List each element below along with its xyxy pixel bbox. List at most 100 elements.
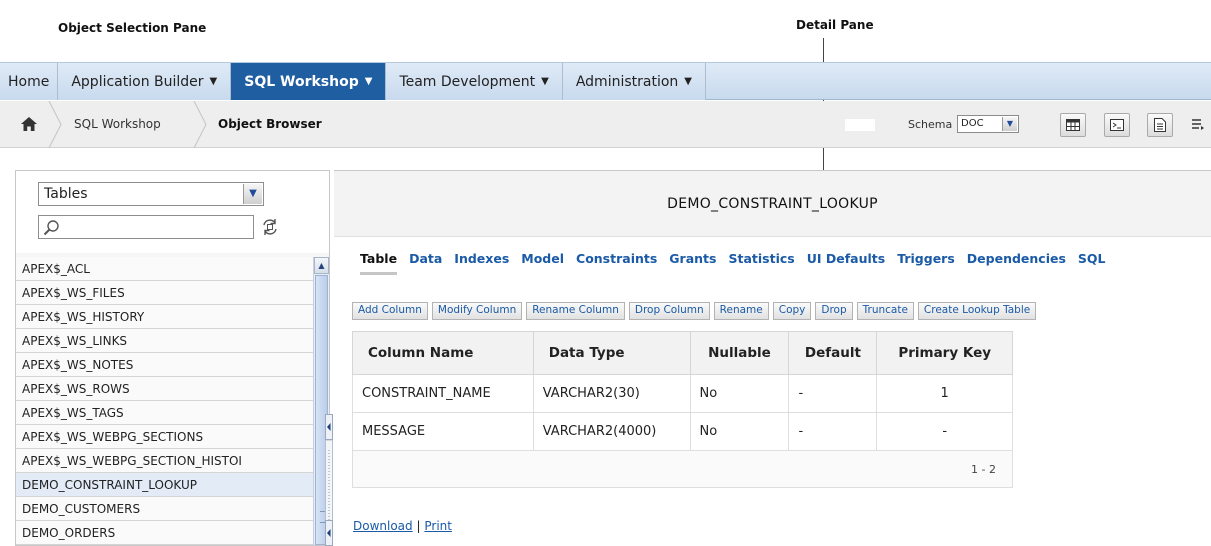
truncate-button[interactable]: Truncate bbox=[856, 302, 914, 320]
drop-button[interactable]: Drop bbox=[815, 302, 853, 320]
list-item[interactable]: APEX$_WS_WEBPG_SECTIONS bbox=[16, 425, 313, 449]
pane-splitter[interactable] bbox=[325, 410, 333, 546]
chevron-down-icon: ▼ bbox=[541, 76, 549, 87]
tab-model[interactable]: Model bbox=[521, 251, 564, 275]
list-item[interactable]: APEX$_ACL bbox=[16, 257, 313, 281]
table-cell: - bbox=[876, 412, 1013, 451]
print-link[interactable]: Print bbox=[424, 519, 452, 533]
table-row: CONSTRAINT_NAME VARCHAR2(30) No - 1 bbox=[352, 374, 1013, 413]
table-cell: 1 bbox=[876, 374, 1013, 413]
list-item[interactable]: DEMO_CUSTOMERS bbox=[16, 497, 313, 521]
tab-application-builder[interactable]: Application Builder ▼ bbox=[58, 63, 232, 100]
breadcrumb-object-browser: Object Browser bbox=[218, 117, 322, 131]
more-tools-button[interactable] bbox=[1192, 113, 1211, 137]
tab-data[interactable]: Data bbox=[409, 251, 442, 275]
scroll-up-arrow-icon[interactable]: ▲ bbox=[314, 257, 329, 274]
sql-commands-button[interactable] bbox=[1104, 113, 1130, 137]
collapse-left-icon[interactable] bbox=[325, 414, 333, 440]
table-cell: VARCHAR2(4000) bbox=[532, 412, 691, 451]
list-item[interactable]: APEX$_WS_WEBPG_SECTION_HISTOI bbox=[16, 449, 313, 473]
columns-table: Column Name Data Type Nullable Default P… bbox=[352, 331, 1013, 488]
breadcrumb-blank bbox=[845, 119, 875, 131]
list-item[interactable]: APEX$_WS_ROWS bbox=[16, 377, 313, 401]
grid-view-button[interactable] bbox=[1060, 113, 1086, 137]
column-header[interactable]: Data Type bbox=[532, 331, 691, 375]
list-item[interactable]: APEX$_WS_HISTORY bbox=[16, 305, 313, 329]
tab-triggers[interactable]: Triggers bbox=[897, 251, 955, 275]
list-item[interactable]: APEX$_WS_NOTES bbox=[16, 353, 313, 377]
list-item-selected[interactable]: DEMO_CONSTRAINT_LOOKUP bbox=[16, 473, 313, 497]
table-cell: - bbox=[788, 412, 878, 451]
tab-constraints[interactable]: Constraints bbox=[576, 251, 657, 275]
column-header[interactable]: Primary Key bbox=[876, 331, 1013, 375]
table-header-row: Column Name Data Type Nullable Default P… bbox=[352, 331, 1013, 375]
tab-sql[interactable]: SQL bbox=[1078, 251, 1106, 275]
script-document-icon bbox=[1154, 118, 1166, 132]
tab-statistics[interactable]: Statistics bbox=[728, 251, 794, 275]
modify-column-button[interactable]: Modify Column bbox=[431, 302, 523, 320]
column-header[interactable]: Nullable bbox=[689, 331, 790, 375]
table-cell: CONSTRAINT_NAME bbox=[352, 374, 534, 413]
sql-command-icon bbox=[1110, 119, 1124, 131]
tab-team-development[interactable]: Team Development ▼ bbox=[386, 63, 563, 100]
sql-scripts-button[interactable] bbox=[1147, 113, 1173, 137]
tab-team-development-label: Team Development bbox=[399, 73, 536, 90]
object-filter-area: Tables ▼ bbox=[16, 171, 329, 253]
link-separator: | bbox=[416, 519, 421, 533]
home-icon[interactable] bbox=[20, 116, 38, 132]
search-icon bbox=[43, 220, 59, 236]
pagination-row: 1 - 2 bbox=[352, 450, 1013, 488]
object-selection-pane: Tables ▼ APEX$_ACL APEX$_WS_FILES APEX$_… bbox=[15, 170, 330, 546]
table-cell: VARCHAR2(30) bbox=[532, 374, 691, 413]
tab-administration[interactable]: Administration ▼ bbox=[562, 63, 706, 100]
tab-application-builder-label: Application Builder bbox=[71, 73, 204, 90]
column-header[interactable]: Column Name bbox=[352, 331, 534, 375]
list-item[interactable]: APEX$_WS_TAGS bbox=[16, 401, 313, 425]
object-title: DEMO_CONSTRAINT_LOOKUP bbox=[667, 196, 878, 212]
list-item[interactable]: DEMO_ORDERS bbox=[16, 521, 313, 545]
tab-grants[interactable]: Grants bbox=[669, 251, 716, 275]
tab-home[interactable]: Home bbox=[0, 63, 59, 100]
schema-label: Schema bbox=[908, 118, 953, 131]
detail-pane-callout: Detail Pane bbox=[796, 18, 874, 32]
tab-ui-defaults[interactable]: UI Defaults bbox=[807, 251, 885, 275]
breadcrumb-sql-workshop[interactable]: SQL Workshop bbox=[74, 117, 161, 131]
drop-column-button[interactable]: Drop Column bbox=[628, 302, 710, 320]
refresh-icon[interactable] bbox=[259, 216, 281, 238]
tab-indexes[interactable]: Indexes bbox=[454, 251, 509, 275]
breadcrumb-separator-icon bbox=[193, 101, 207, 148]
tab-home-label: Home bbox=[8, 73, 50, 90]
add-column-button[interactable]: Add Column bbox=[352, 302, 428, 320]
list-item[interactable]: APEX$_WS_LINKS bbox=[16, 329, 313, 353]
table-cell: No bbox=[689, 374, 790, 413]
object-search-field[interactable] bbox=[38, 215, 254, 239]
tab-dependencies[interactable]: Dependencies bbox=[967, 251, 1066, 275]
object-tabs: Table Data Indexes Model Constraints Gra… bbox=[360, 251, 1118, 275]
tab-administration-label: Administration bbox=[575, 73, 679, 90]
list-item[interactable]: APEX$_WS_FILES bbox=[16, 281, 313, 305]
schema-select[interactable]: DOC ▼ bbox=[957, 115, 1019, 133]
rename-button[interactable]: Rename bbox=[713, 302, 769, 320]
more-icon bbox=[1192, 119, 1204, 130]
rename-column-button[interactable]: Rename Column bbox=[526, 302, 625, 320]
collapse-left-icon[interactable] bbox=[325, 520, 333, 546]
pagination-text: 1 - 2 bbox=[352, 450, 1013, 488]
table-cell: - bbox=[788, 374, 878, 413]
object-search-input[interactable] bbox=[63, 216, 253, 238]
table-actions: Add Column Modify Column Rename Column D… bbox=[352, 302, 1040, 320]
detail-header: DEMO_CONSTRAINT_LOOKUP bbox=[334, 171, 1211, 237]
tab-sql-workshop[interactable]: SQL Workshop ▼ bbox=[231, 63, 387, 100]
download-link[interactable]: Download bbox=[353, 519, 413, 533]
chevron-down-icon: ▼ bbox=[1002, 117, 1017, 131]
table-row: MESSAGE VARCHAR2(4000) No - - bbox=[352, 412, 1013, 451]
object-type-select[interactable]: Tables ▼ bbox=[38, 182, 264, 206]
copy-button[interactable]: Copy bbox=[772, 302, 812, 320]
tab-sql-workshop-label: SQL Workshop bbox=[244, 73, 359, 90]
breadcrumb: SQL Workshop Object Browser Schema DOC ▼ bbox=[0, 101, 1211, 148]
detail-pane: DEMO_CONSTRAINT_LOOKUP Table Data Indexe… bbox=[334, 170, 1211, 546]
create-lookup-table-button[interactable]: Create Lookup Table bbox=[917, 302, 1037, 320]
column-header[interactable]: Default bbox=[788, 331, 878, 375]
table-cell: No bbox=[689, 412, 790, 451]
tab-table[interactable]: Table bbox=[360, 251, 398, 275]
object-selection-pane-callout: Object Selection Pane bbox=[58, 21, 207, 35]
